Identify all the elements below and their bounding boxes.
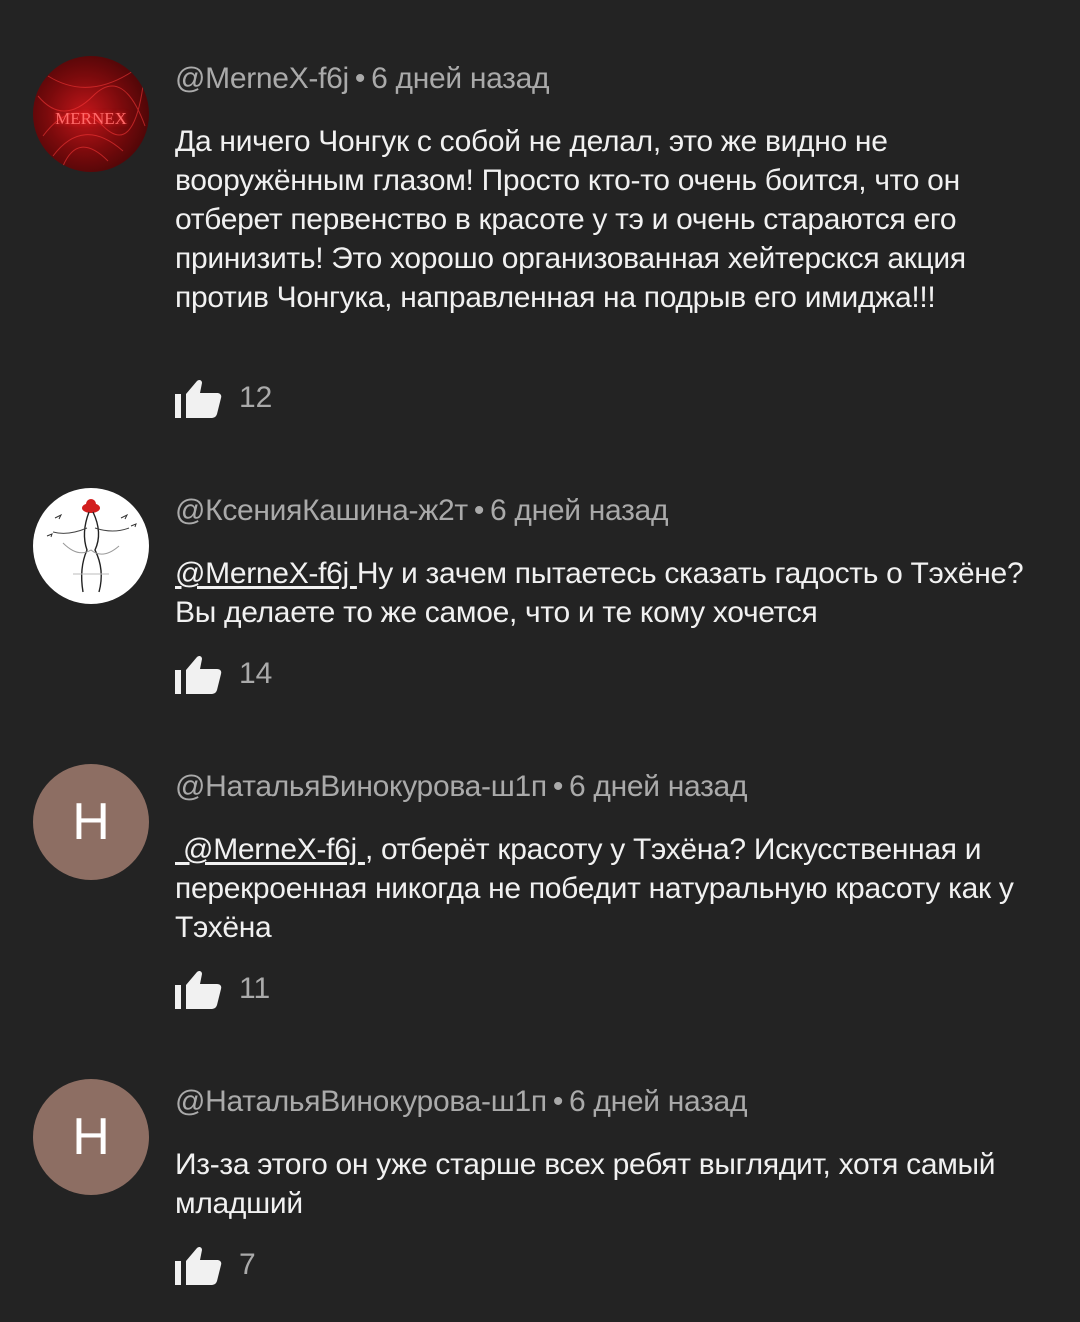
comment-time: 6 дней назад <box>569 770 748 803</box>
comment-body: Из-за этого он уже старше всех ребят выг… <box>175 1148 996 1220</box>
author-name[interactable]: @НатальяВинокурова-ш1п <box>175 770 547 803</box>
comment-meta: @НатальяВинокурова-ш1п • 6 дней назад <box>175 1085 747 1119</box>
meta-separator: • <box>473 494 485 527</box>
like-count: 11 <box>239 972 271 1005</box>
meta-separator: • <box>552 770 564 803</box>
comment-time: 6 дней назад <box>371 62 550 95</box>
like-row: 14 <box>175 654 272 694</box>
meta-separator: • <box>552 1085 564 1118</box>
avatar[interactable]: Н <box>33 1079 149 1195</box>
mention-link[interactable]: @MerneX-f6j <box>175 557 357 590</box>
author-name[interactable]: @КсенияКашина-ж2т <box>175 494 468 527</box>
comment-text: Да ничего Чонгук с собой не делал, это ж… <box>175 122 1055 317</box>
avatar-letter: Н <box>72 793 110 851</box>
author-name[interactable]: @MerneX-f6j <box>175 62 349 95</box>
comment-time: 6 дней назад <box>569 1085 748 1118</box>
comment-meta: @НатальяВинокурова-ш1п • 6 дней назад <box>175 770 747 804</box>
like-row: 12 <box>175 378 272 418</box>
like-count: 12 <box>239 381 273 414</box>
avatar-logo: MERNEX <box>55 109 127 128</box>
comment-time: 6 дней назад <box>490 494 669 527</box>
mention-link[interactable]: @MerneX-f6j <box>175 833 365 866</box>
thumbs-up-icon[interactable] <box>175 378 223 418</box>
comment-text: @MerneX-f6j , отберёт красоту у Тэхёна? … <box>175 830 1055 947</box>
like-row: 7 <box>175 1245 256 1285</box>
like-row: 11 <box>175 969 270 1009</box>
author-name[interactable]: @НатальяВинокурова-ш1п <box>175 1085 547 1118</box>
like-count: 7 <box>239 1248 256 1281</box>
thumbs-up-icon[interactable] <box>175 969 223 1009</box>
avatar-illustration <box>46 499 137 593</box>
avatar-letter: Н <box>72 1108 110 1166</box>
avatar[interactable]: Н <box>33 764 149 880</box>
comment-text: @MerneX-f6j Ну и зачем пытаетесь сказать… <box>175 554 1055 632</box>
comment-body: Да ничего Чонгук с собой не делал, это ж… <box>175 125 966 314</box>
meta-separator: • <box>354 62 366 95</box>
comment-meta: @КсенияКашина-ж2т • 6 дней назад <box>175 494 668 528</box>
like-count: 14 <box>239 657 273 690</box>
comment-meta: @MerneX-f6j • 6 дней назад <box>175 62 550 96</box>
comment-text: Из-за этого он уже старше всех ребят выг… <box>175 1145 1055 1223</box>
avatar[interactable] <box>33 488 149 604</box>
thumbs-up-icon[interactable] <box>175 654 223 694</box>
avatar[interactable]: MERNEX <box>33 56 149 172</box>
thumbs-up-icon[interactable] <box>175 1245 223 1285</box>
